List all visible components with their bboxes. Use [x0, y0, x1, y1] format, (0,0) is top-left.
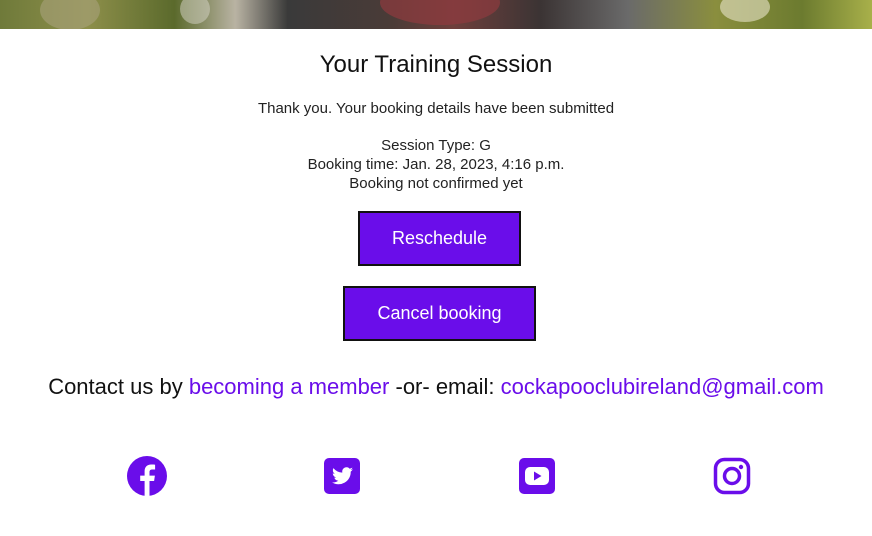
facebook-icon[interactable]: [125, 454, 169, 498]
confirmation-status: Booking not confirmed yet: [349, 175, 523, 192]
cancel-booking-button[interactable]: Cancel booking: [343, 286, 536, 341]
submission-message: Thank you. Your booking details have bee…: [257, 100, 615, 117]
booking-time: Booking time: Jan. 28, 2023, 4:16 p.m.: [307, 156, 565, 173]
reschedule-button[interactable]: Reschedule: [358, 211, 521, 266]
twitter-icon[interactable]: [320, 454, 364, 498]
contact-middle: -or- email:: [389, 374, 501, 399]
booking-details: Session Type: G Booking time: Jan. 28, 2…: [0, 136, 872, 193]
instagram-icon[interactable]: [710, 454, 754, 498]
hero-banner-image: [0, 0, 872, 29]
youtube-icon[interactable]: [515, 454, 559, 498]
page-title: Your Training Session: [319, 51, 553, 78]
contact-line: Contact us by becoming a member -or- ema…: [0, 374, 872, 400]
email-link[interactable]: cockapooclubireland@gmail.com: [501, 374, 824, 399]
session-type: Session Type: G: [381, 137, 491, 154]
contact-prefix: Contact us by: [48, 374, 189, 399]
become-member-link[interactable]: becoming a member: [189, 374, 390, 399]
